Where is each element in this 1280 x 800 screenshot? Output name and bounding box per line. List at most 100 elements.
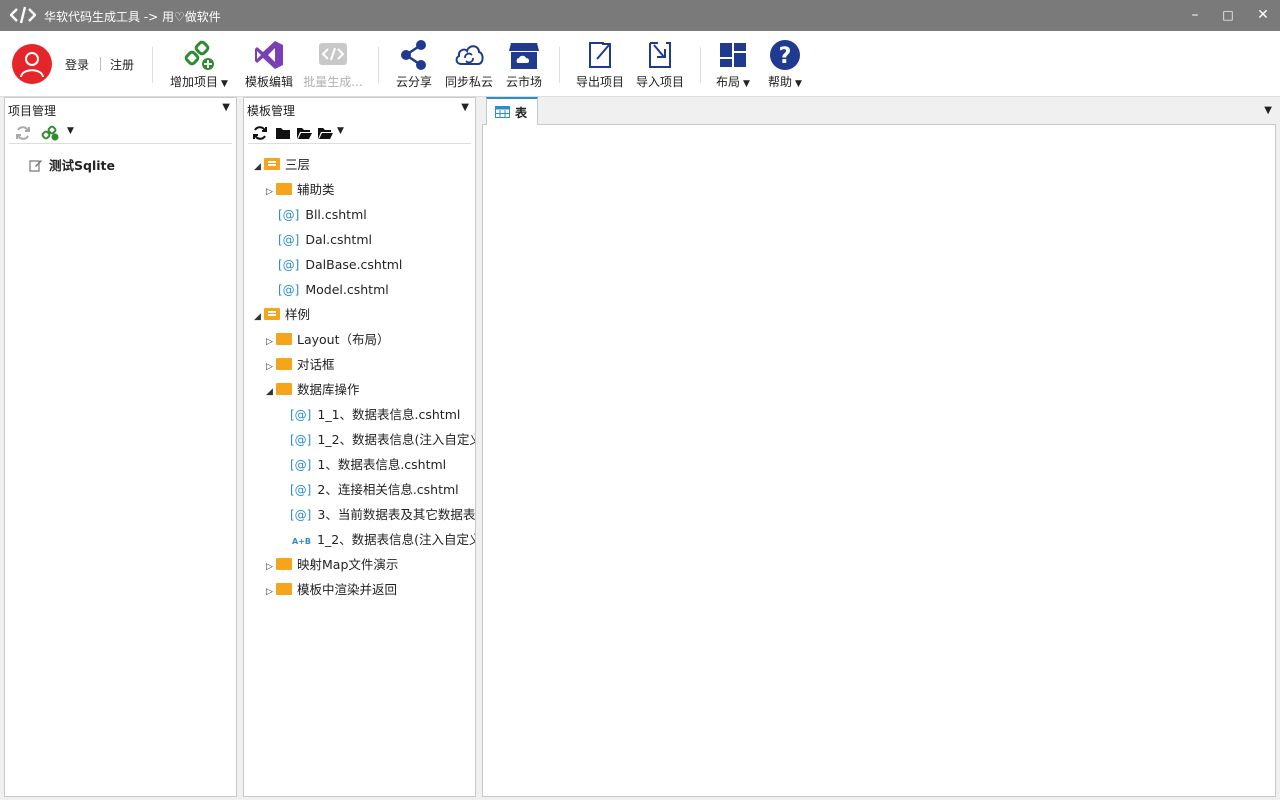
folder-icon	[276, 333, 292, 345]
maximize-button[interactable]: □	[1216, 4, 1240, 26]
tree-node[interactable]: [@] Dal.cshtml	[278, 229, 372, 251]
tree-node-label: 1_2、数据表信息(注入自定义	[317, 432, 476, 447]
dropdown-caret-icon[interactable]: ▼	[67, 126, 74, 136]
tree-node-label: 辅助类	[297, 182, 335, 197]
add-project-label: 增加项目	[170, 75, 219, 89]
dropdown-caret-icon[interactable]: ▼	[337, 126, 344, 136]
register-link[interactable]: 注册	[110, 56, 134, 73]
expand-arrow-icon[interactable]: ▷	[266, 556, 276, 578]
editor-tabstrip: 表 ▼	[482, 97, 1276, 126]
razor-file-icon: [@]	[278, 233, 300, 247]
template-panel: 模板管理 ▼ ▼ ◢ 三层 ▷ 辅助类 [@] Bll.cshtml [@] Dal.c…	[243, 97, 476, 797]
tree-node[interactable]: [@] Model.cshtml	[278, 279, 389, 301]
export-project-label: 导出项目	[575, 75, 624, 89]
cloud-market-button[interactable]: 云市场	[504, 39, 544, 90]
project-panel: 项目管理 ▼ ▼ 测试Sqlite	[4, 97, 237, 797]
tree-node-label: 3、当前数据表及其它数据表	[317, 507, 476, 522]
panel-menu-icon[interactable]: ▼	[461, 102, 469, 113]
toolbar-separator	[700, 47, 701, 83]
tree-node[interactable]: ◢ 数据库操作	[266, 379, 360, 401]
project-item-label: 测试Sqlite	[49, 158, 115, 173]
close-button[interactable]: ✕	[1251, 4, 1275, 26]
login-link[interactable]: 登录	[65, 56, 89, 73]
expand-arrow-icon[interactable]: ▷	[266, 581, 276, 603]
cloud-sync-icon	[455, 45, 484, 65]
visual-studio-icon	[255, 41, 283, 69]
tab-table[interactable]: 表	[486, 97, 538, 126]
razor-file-icon: [@]	[290, 458, 312, 472]
tree-node-label: Bll.cshtml	[305, 207, 367, 222]
import-project-button[interactable]: 导入项目	[634, 39, 686, 90]
code-logo-icon	[10, 6, 36, 24]
folder-icon[interactable]	[275, 125, 291, 141]
add-project-button[interactable]: 增加项目 ▼	[168, 39, 230, 90]
tree-node[interactable]: [@] 3、当前数据表及其它数据表	[290, 504, 475, 526]
open-folder-icon[interactable]	[317, 125, 333, 141]
tree-node[interactable]: ▷ Layout（布局）	[266, 329, 390, 351]
folder-group-icon	[264, 308, 280, 320]
text-template-icon: A+B	[292, 537, 311, 546]
tree-node[interactable]: [@] 1_2、数据表信息(注入自定义	[290, 429, 476, 451]
editor-panel: 表 ▼	[482, 97, 1276, 797]
folder-icon	[276, 358, 292, 370]
tree-node[interactable]: [@] 1_1、数据表信息.cshtml	[290, 404, 460, 426]
tree-node[interactable]: ◢ 三层	[254, 154, 310, 176]
help-button[interactable]: ? 帮助 ▼	[765, 39, 805, 90]
batch-generate-button[interactable]: 批量生成...	[303, 39, 363, 90]
template-panel-title: 模板管理	[247, 104, 296, 118]
refresh-icon[interactable]	[15, 125, 31, 141]
tree-node-label: 1_2、数据表信息(注入自定义	[317, 532, 476, 547]
expand-arrow-icon[interactable]: ▷	[266, 181, 276, 203]
tree-node-label: 对话框	[297, 357, 335, 372]
tree-node-label: 样例	[285, 307, 311, 322]
dropdown-caret-icon: ▼	[743, 79, 750, 89]
sync-cloud-button[interactable]: 同步私云	[442, 39, 496, 90]
collapse-arrow-icon[interactable]: ◢	[266, 381, 276, 403]
minimize-button[interactable]: –	[1183, 4, 1207, 26]
tree-node[interactable]: [@] 1、数据表信息.cshtml	[290, 454, 446, 476]
expand-arrow-icon[interactable]: ▷	[266, 331, 276, 353]
add-link-icon[interactable]	[41, 125, 59, 141]
dropdown-caret-icon: ▼	[795, 79, 802, 89]
layout-button[interactable]: 布局 ▼	[713, 39, 753, 90]
login-divider	[100, 57, 101, 71]
cloud-market-label: 云市场	[505, 75, 542, 89]
collapse-arrow-icon[interactable]: ◢	[254, 306, 264, 328]
template-edit-button[interactable]: 模板编辑	[244, 39, 294, 90]
tree-node[interactable]: [@] 2、连接相关信息.cshtml	[290, 479, 459, 501]
refresh-icon[interactable]	[252, 125, 268, 141]
expand-arrow-icon[interactable]: ▷	[266, 356, 276, 378]
project-toolbar: ▼	[9, 122, 232, 144]
project-panel-title: 项目管理	[8, 104, 57, 118]
import-project-label: 导入项目	[635, 75, 684, 89]
razor-file-icon: [@]	[278, 208, 300, 222]
tree-node[interactable]: ▷ 对话框	[266, 354, 335, 376]
export-icon	[589, 42, 611, 68]
folder-icon	[276, 558, 292, 570]
editor-content	[482, 125, 1276, 797]
razor-file-icon: [@]	[290, 508, 312, 522]
tree-node[interactable]: A+B 1_2、数据表信息(注入自定义	[292, 529, 476, 551]
project-db-icon	[29, 160, 42, 172]
collapse-arrow-icon[interactable]: ◢	[254, 156, 264, 178]
avatar-icon[interactable]	[12, 44, 52, 84]
tree-node[interactable]: ▷ 模板中渲染并返回	[266, 579, 397, 601]
toolbar-separator	[152, 47, 153, 83]
open-folder-icon[interactable]	[296, 125, 312, 141]
template-toolbar: ▼	[248, 122, 471, 144]
razor-file-icon: [@]	[290, 483, 312, 497]
tab-overflow-icon[interactable]: ▼	[1264, 105, 1272, 116]
export-project-button[interactable]: 导出项目	[574, 39, 626, 90]
import-icon	[649, 42, 671, 68]
tree-node[interactable]: ▷ 辅助类	[266, 179, 335, 201]
tree-node[interactable]: [@] Bll.cshtml	[278, 204, 367, 226]
folder-group-icon	[264, 158, 280, 170]
tree-node[interactable]: ▷ 映射Map文件演示	[266, 554, 398, 576]
template-edit-label: 模板编辑	[244, 75, 293, 89]
tree-node[interactable]: [@] DalBase.cshtml	[278, 254, 402, 276]
tree-node[interactable]: ◢ 样例	[254, 304, 310, 326]
panel-menu-icon[interactable]: ▼	[222, 102, 230, 113]
tree-node-label: Layout（布局）	[297, 332, 390, 347]
project-item[interactable]: 测试Sqlite	[29, 155, 115, 177]
cloud-share-button[interactable]: 云分享	[394, 39, 434, 90]
